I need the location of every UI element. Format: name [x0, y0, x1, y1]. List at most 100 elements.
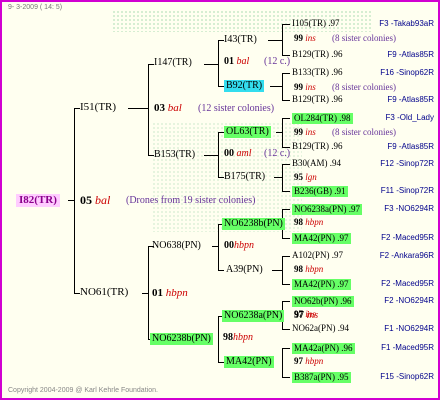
gen5-reference: F9 -Atlas85R	[387, 95, 434, 104]
gen5-queen[interactable]: B129(TR) .96	[292, 50, 343, 59]
gen5-reference: F1 -Maced95R	[381, 343, 434, 352]
year: 98	[223, 332, 233, 343]
pedigree-frame: 9- 3-2009 ( 14: 5) I82(TR) I51(TR) 05 ba…	[0, 0, 440, 400]
code: hbpn	[165, 287, 188, 299]
year: 99	[294, 33, 303, 43]
gen5-note: (8 sister colonies)	[332, 82, 396, 92]
copyright: Copyright 2004-2009 @ Karl Kehrle Founda…	[8, 387, 158, 394]
code: ins	[303, 82, 316, 92]
gen5-queen[interactable]: B236(GB) .91	[292, 186, 348, 197]
gen4-b1-note: (12 c.)	[264, 148, 291, 159]
gen5-reference: F2 -Maced95R	[381, 279, 434, 288]
gen5-queen[interactable]: B387a(PN) .95	[292, 372, 351, 383]
code: hbpn	[303, 217, 324, 227]
queen-d1[interactable]: NO6238a(PN)	[222, 310, 285, 322]
queen-c[interactable]: NO638(PN)	[152, 241, 201, 251]
code: hbpn	[303, 264, 324, 274]
gen5-reference: F2 -NO6294R	[384, 296, 434, 305]
queen-a[interactable]: I147(TR)	[154, 58, 192, 68]
gen5-drone-info: 99 ins	[294, 83, 316, 92]
gen3-a-info: 03 bal	[154, 103, 182, 114]
sire-queen[interactable]: I51(TR)	[80, 102, 116, 113]
code: hbpn	[233, 332, 253, 343]
queen-b[interactable]: B153(TR)	[154, 150, 195, 160]
gen5-queen[interactable]: A102(PN) .97	[292, 251, 343, 260]
year: 98	[294, 264, 303, 274]
gen5-reference: F9 -Atlas85R	[387, 142, 434, 151]
queen-c2[interactable]: A39(PN)	[226, 265, 263, 275]
queen-a1[interactable]: I43(TR)	[224, 35, 257, 45]
gen5-reference: F11 -Sinop72R	[380, 186, 434, 195]
gen5-queen[interactable]: B129(TR) .96	[292, 142, 343, 151]
gen3-a-note: (12 sister colonies)	[198, 103, 275, 114]
gen5-queen[interactable]: MA42(PN) .97	[292, 233, 351, 244]
gen5-drone-info: 97 hbpn	[294, 357, 323, 366]
code: aml	[236, 148, 252, 159]
code: ins	[303, 127, 316, 137]
year: 00	[224, 240, 234, 251]
queen-c1[interactable]: NO6238b(PN)	[222, 218, 285, 230]
gen5-queen[interactable]: I105(TR) .97	[292, 19, 340, 28]
code: hbpn	[303, 356, 324, 366]
date-header: 9- 3-2009 ( 14: 5)	[8, 4, 63, 11]
year: 97	[294, 356, 303, 366]
gen3-d-info: 98hbpn	[223, 333, 253, 343]
gen5-reference: F1 -NO6294R	[384, 324, 434, 333]
gen5-drone-info: 99 ins	[294, 128, 316, 137]
drone-code: bal	[95, 193, 111, 207]
gen5-queen[interactable]: B133(TR) .96	[292, 68, 343, 77]
gen5-drone-info: 95 lgn	[294, 173, 317, 182]
code: lgn	[303, 172, 317, 182]
drone-note: (Drones from 19 sister colonies)	[126, 195, 256, 206]
year: 95	[294, 172, 303, 182]
queen-a2[interactable]: B92(TR)	[224, 80, 265, 92]
gen5-queen[interactable]: MA42(PN) .97	[292, 279, 351, 290]
drone-year: 05	[80, 193, 92, 207]
gen5-reference: F9 -Atlas85R	[387, 50, 434, 59]
gen5-drone-info: 98 hbpn	[294, 265, 323, 274]
gen5-note: (8 sister colonies)	[332, 127, 396, 137]
queen-b1[interactable]: OL63(TR)	[224, 126, 271, 138]
queen-d[interactable]: NO6238b(PN)	[150, 333, 213, 345]
gen4-b1-info: 00 aml	[224, 149, 252, 159]
gen5-drone-info: 99 ins	[294, 34, 316, 43]
year: 01	[152, 287, 163, 299]
code: bal	[167, 102, 182, 114]
root-queen[interactable]: I82(TR)	[16, 194, 60, 207]
gen4-a1-info: 01 bal	[224, 57, 249, 67]
year: 98	[294, 217, 303, 227]
gen3-c-info: 01 hbpn	[152, 288, 188, 299]
gen5-drone-info: 97 ins	[294, 310, 316, 319]
queen-d2[interactable]: MA42(PN)	[224, 356, 274, 368]
gen5-queen[interactable]: MA42a(PN) .96	[292, 343, 355, 354]
gen4-a1-note: (12 c.)	[264, 56, 291, 67]
code: hbpn	[234, 240, 254, 251]
gen5-reference: F12 -Sinop72R	[380, 159, 434, 168]
year: 99	[294, 82, 303, 92]
gen5-reference: F2 -Maced95R	[381, 233, 434, 242]
gen4-c1-info: 00hbpn	[224, 241, 254, 251]
gen5-queen[interactable]: NO62a(PN) .94	[292, 324, 349, 333]
gen5-reference: F3 -NO6294R	[384, 204, 434, 213]
year: 03	[154, 102, 165, 114]
code: ins	[303, 33, 316, 43]
gen5-queen[interactable]: OL284(TR) .98	[292, 113, 353, 124]
gen5-drone-info: 98 hbpn	[294, 218, 323, 227]
gen5-queen[interactable]: NO6238a(PN) .97	[292, 204, 362, 215]
year: 97	[294, 309, 303, 319]
gen5-reference: F3 -Takab93aR	[379, 19, 434, 28]
queen-b2[interactable]: B175(TR)	[224, 172, 265, 182]
year: 01	[224, 56, 234, 67]
dam-queen[interactable]: NO61(TR)	[80, 287, 128, 298]
gen5-reference: F3 -Old_Lady	[385, 113, 434, 122]
gen5-queen[interactable]: NO62b(PN) .96	[292, 296, 354, 307]
gen5-queen[interactable]: B129(TR) .96	[292, 95, 343, 104]
gen5-reference: F2 -Ankara96R	[379, 251, 434, 260]
code: ins	[303, 309, 316, 319]
gen5-queen[interactable]: B30(AM) .94	[292, 159, 341, 168]
gen5-reference: F15 -Sinop62R	[380, 372, 434, 381]
gen5-note: (8 sister colonies)	[332, 33, 396, 43]
gen5-reference: F16 -Sinop62R	[380, 68, 434, 77]
code: bal	[236, 56, 250, 67]
drone-origin: 05 bal	[80, 194, 110, 206]
